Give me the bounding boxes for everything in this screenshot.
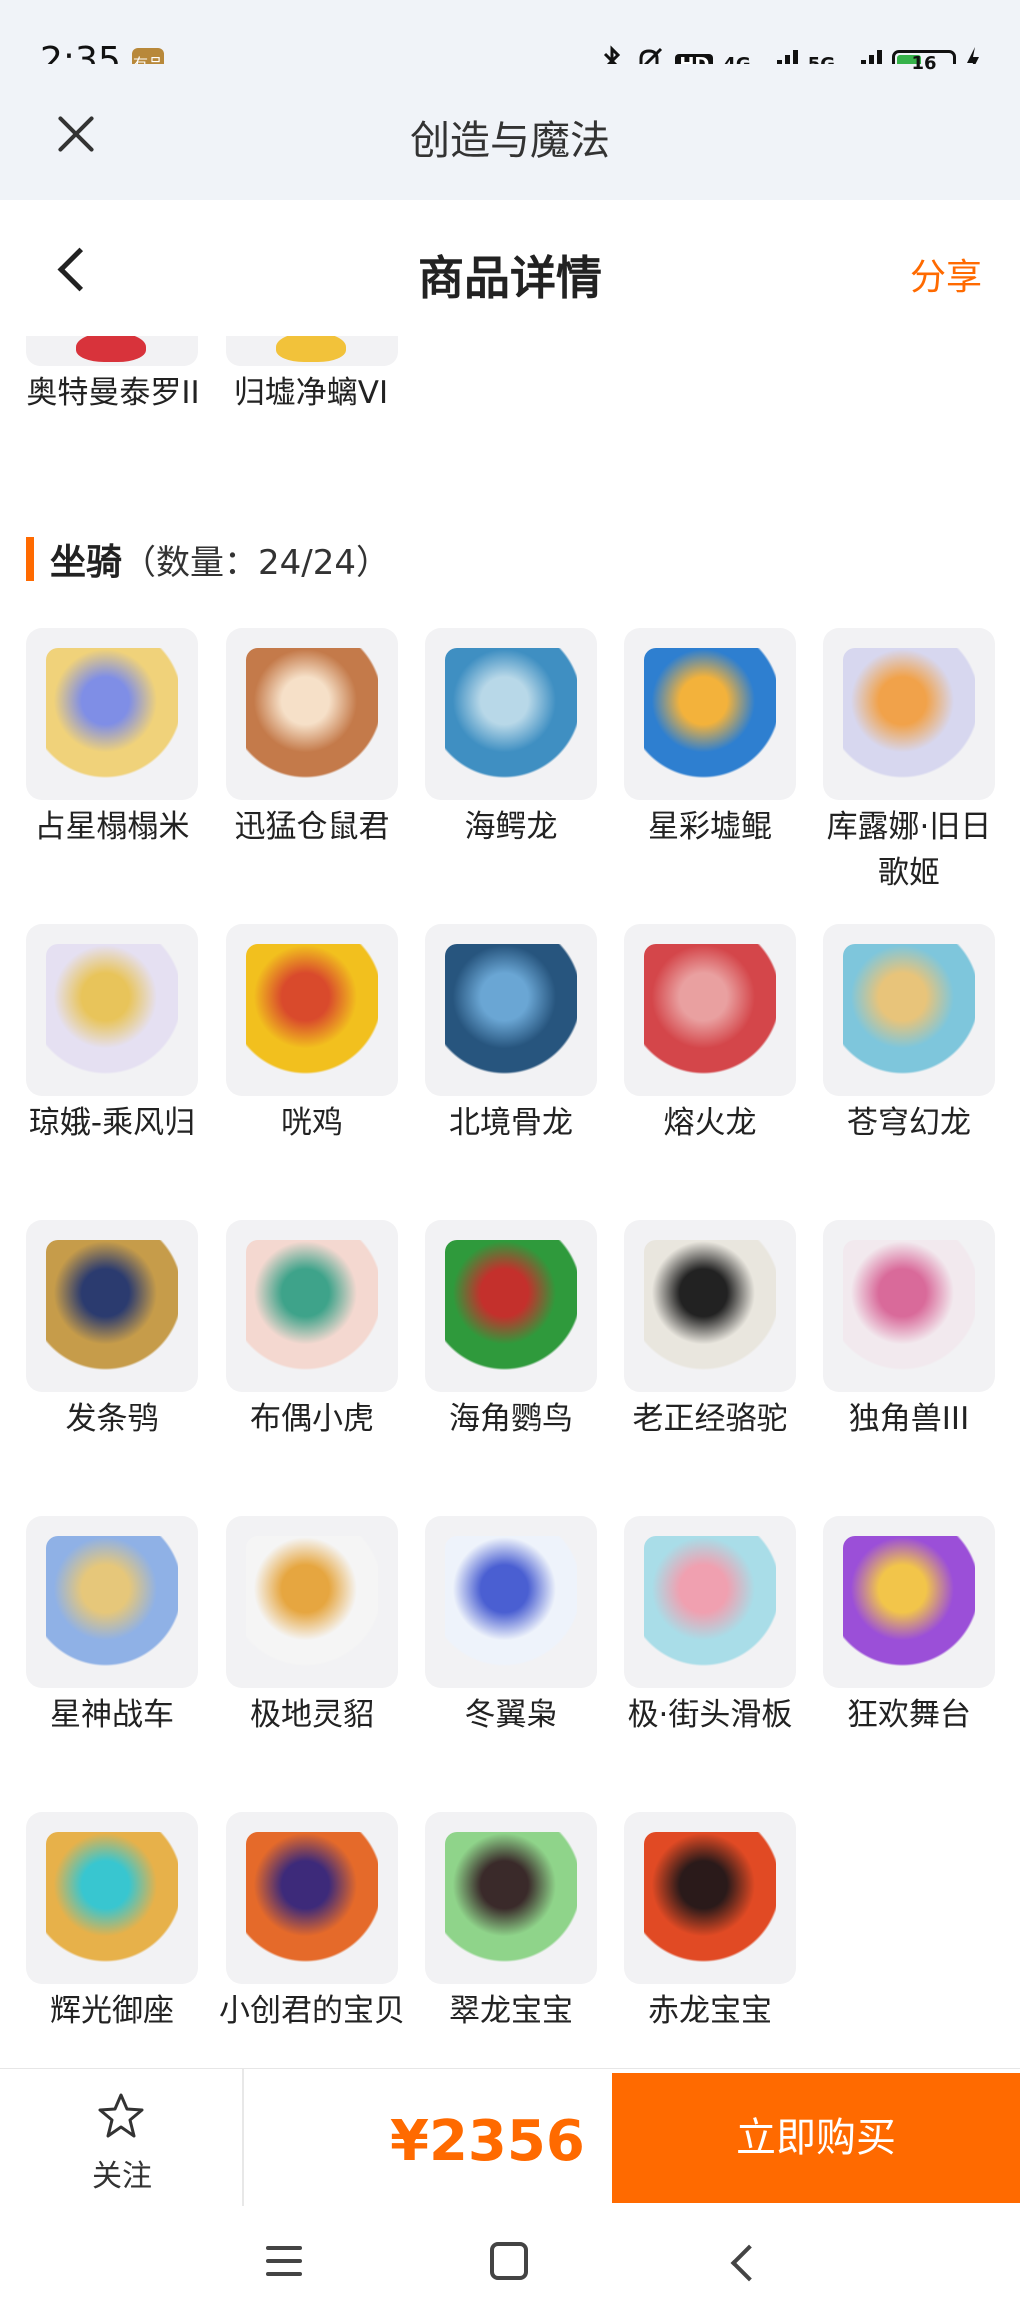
mount-card[interactable]: [26, 1516, 198, 1688]
section-accent-bar: [26, 537, 34, 581]
mount-card[interactable]: [26, 1812, 198, 1984]
bone-dragon-icon: [445, 944, 577, 1076]
mount-name: 咣鸡: [281, 1105, 343, 1141]
mount-card[interactable]: [425, 1516, 597, 1688]
star-icon: [98, 2093, 144, 2138]
mount-card[interactable]: [425, 924, 597, 1096]
mount-name: 库露娜·旧日歌姬: [826, 809, 992, 891]
nav-back-icon[interactable]: [724, 2242, 764, 2282]
throne-icon: [46, 1832, 178, 1964]
item-card[interactable]: [26, 336, 198, 366]
mount-name: 老正经骆驼: [632, 1401, 788, 1437]
buy-now-button[interactable]: 立即购买: [612, 2073, 1020, 2203]
section-count: （数量：24/24）: [122, 542, 390, 583]
mount-name: 海鳄龙: [464, 809, 558, 845]
mount-card[interactable]: [624, 1812, 796, 1984]
mount-card[interactable]: [26, 1220, 198, 1392]
page-title: 商品详情: [418, 251, 602, 305]
mount-card[interactable]: [26, 924, 198, 1096]
mount-card[interactable]: [823, 924, 995, 1096]
winter-owl-icon: [445, 1536, 577, 1668]
system-nav-bar: [0, 2206, 1020, 2323]
phoenix-icon: [246, 1832, 378, 1964]
whale-icon: [644, 648, 776, 780]
mount-name: 海角鹦鸟: [449, 1401, 573, 1437]
hamster-icon: [246, 648, 378, 780]
mount-name: 极·街头滑板: [627, 1697, 793, 1733]
skateboard-icon: [644, 1536, 776, 1668]
mount-card[interactable]: [823, 1516, 995, 1688]
tiger-doll-icon: [246, 1240, 378, 1372]
mount-card[interactable]: [226, 1516, 398, 1688]
mount-card[interactable]: [226, 1812, 398, 1984]
mount-name: 赤龙宝宝: [648, 1993, 772, 2029]
red-dragon-icon: [644, 1832, 776, 1964]
product-detail-content[interactable]: 奥特曼泰罗II 归墟净螭VI 坐骑 （数量：24/24） 占星榻榻米 迅猛仓鼠君海…: [0, 336, 1020, 2068]
mount-name: 迅猛仓鼠君: [234, 809, 390, 845]
mount-card[interactable]: [226, 628, 398, 800]
chicken-icon: [246, 944, 378, 1076]
home-icon[interactable]: [490, 2242, 528, 2280]
mount-name: 独角兽III: [848, 1401, 970, 1437]
parrot-icon: [445, 1240, 577, 1372]
mount-card[interactable]: [823, 628, 995, 800]
mount-card[interactable]: [624, 1220, 796, 1392]
mount-card[interactable]: [26, 628, 198, 800]
stage-icon: [843, 1536, 975, 1668]
item-name: 奥特曼泰罗II: [26, 375, 200, 411]
battery-level: 16: [911, 53, 937, 74]
mount-name: 苍穹幻龙: [847, 1105, 971, 1141]
chariot-icon: [46, 1536, 178, 1668]
page-header: 商品详情 分享: [0, 200, 1020, 336]
item-thumb: [76, 336, 146, 362]
polar-mink-icon: [246, 1536, 378, 1668]
app-title: 创造与魔法: [410, 118, 610, 164]
mount-name: 小创君的宝贝: [219, 1993, 405, 2029]
owl-icon: [46, 1240, 178, 1372]
crystal-egg-icon: [46, 648, 178, 780]
price: ¥2356: [390, 2109, 585, 2174]
recent-apps-icon[interactable]: [266, 2246, 302, 2276]
item-thumb: [276, 336, 346, 362]
share-button[interactable]: 分享: [910, 248, 982, 300]
mount-card[interactable]: [226, 924, 398, 1096]
follow-label: 关注: [92, 2159, 152, 2194]
mount-name: 星彩墟鲲: [648, 809, 772, 845]
mount-name: 辉光御座: [50, 1993, 174, 2029]
mount-name: 发条鸮: [65, 1401, 159, 1437]
mount-name: 布偶小虎: [250, 1401, 374, 1437]
mount-name: 翠龙宝宝: [449, 1993, 573, 2029]
follow-button[interactable]: 关注: [0, 2069, 244, 2207]
mount-card[interactable]: [425, 1220, 597, 1392]
mount-name: 熔火龙: [663, 1105, 757, 1141]
lava-dragon-icon: [644, 944, 776, 1076]
mount-name: 冬翼枭: [464, 1697, 558, 1733]
mount-card[interactable]: [624, 924, 796, 1096]
bottom-action-bar: 关注 ¥2356 立即购买: [0, 2068, 1020, 2207]
mount-name: 琼娥-乘风归: [28, 1105, 196, 1141]
mount-card[interactable]: [823, 1220, 995, 1392]
mount-card[interactable]: [624, 1516, 796, 1688]
mount-card[interactable]: [425, 1812, 597, 1984]
section-header-mounts: 坐骑 （数量：24/24）: [26, 534, 390, 584]
green-dragon-icon: [445, 1832, 577, 1964]
item-card[interactable]: [226, 336, 398, 366]
app-title-bar: 创造与魔法: [0, 64, 1020, 200]
mount-name: 占星榻榻米: [34, 809, 190, 845]
mount-name: 狂欢舞台: [847, 1697, 971, 1733]
item-name: 归墟净螭VI: [233, 375, 389, 411]
mount-card[interactable]: [226, 1220, 398, 1392]
sky-dragon-icon: [843, 944, 975, 1076]
fairy-icon: [46, 944, 178, 1076]
mount-card[interactable]: [624, 628, 796, 800]
sea-dragon-icon: [445, 648, 577, 780]
unicorn-icon: [843, 1240, 975, 1372]
mount-name: 星神战车: [50, 1697, 174, 1733]
songstress-icon: [843, 648, 975, 780]
mount-card[interactable]: [425, 628, 597, 800]
mount-name: 北境骨龙: [449, 1105, 573, 1141]
section-title: 坐骑: [50, 542, 123, 583]
camel-icon: [644, 1240, 776, 1372]
mount-name: 极地灵貂: [250, 1697, 374, 1733]
